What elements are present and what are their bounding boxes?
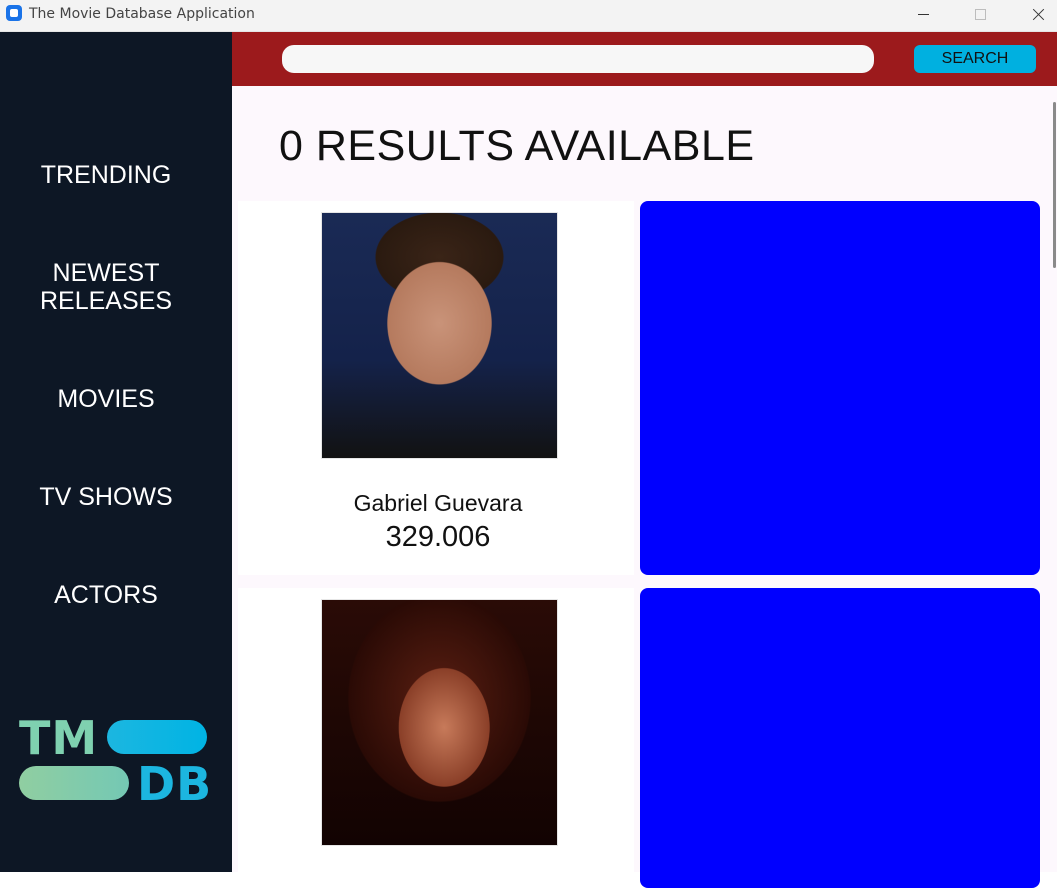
maximize-button[interactable] xyxy=(951,0,1009,28)
minimize-button[interactable] xyxy=(894,0,952,28)
results-count-title: 0 RESULTS AVAILABLE xyxy=(279,122,755,170)
results-panel: 0 RESULTS AVAILABLE Gabriel Guevara 329.… xyxy=(232,86,1057,888)
details-placeholder-panel xyxy=(640,201,1040,575)
app-icon xyxy=(6,5,22,21)
logo-text-db: DB xyxy=(137,757,213,811)
sidebar-item-actors[interactable]: ACTORS xyxy=(0,581,212,609)
actor-card[interactable]: Gabriel Guevara 329.006 xyxy=(238,201,634,575)
sidebar-item-trending[interactable]: TRENDING xyxy=(0,161,212,189)
details-placeholder-panel xyxy=(640,588,1040,888)
maximize-icon xyxy=(974,8,986,20)
actor-photo xyxy=(321,599,558,846)
actor-card[interactable] xyxy=(238,588,634,878)
sidebar-item-tv-shows[interactable]: TV SHOWS xyxy=(0,483,212,511)
close-icon xyxy=(1032,8,1045,21)
window-title-bar: The Movie Database Application xyxy=(0,0,1057,32)
actor-name: Gabriel Guevara xyxy=(353,490,523,516)
search-header: SEARCH xyxy=(232,32,1057,86)
minimize-icon xyxy=(917,13,929,15)
tmdb-logo: TM DB xyxy=(19,711,213,811)
actor-popularity: 329.006 xyxy=(385,521,491,553)
sidebar-item-label: NEWEST RELEASES xyxy=(39,259,172,315)
search-button[interactable]: SEARCH xyxy=(914,45,1036,73)
actor-photo xyxy=(321,212,558,459)
logo-text-tm: TM xyxy=(19,711,99,765)
close-button[interactable] xyxy=(1009,0,1057,28)
sidebar-item-movies[interactable]: MOVIES xyxy=(0,385,212,413)
vertical-scrollbar[interactable] xyxy=(1053,102,1056,268)
sidebar: TRENDING NEWEST RELEASES MOVIES TV SHOWS… xyxy=(0,32,232,872)
window-title: The Movie Database Application xyxy=(29,6,255,22)
sidebar-item-newest-releases[interactable]: NEWEST RELEASES xyxy=(0,259,212,315)
logo-pill-top xyxy=(107,720,207,754)
logo-pill-bottom xyxy=(19,766,129,800)
search-input[interactable] xyxy=(282,45,874,73)
